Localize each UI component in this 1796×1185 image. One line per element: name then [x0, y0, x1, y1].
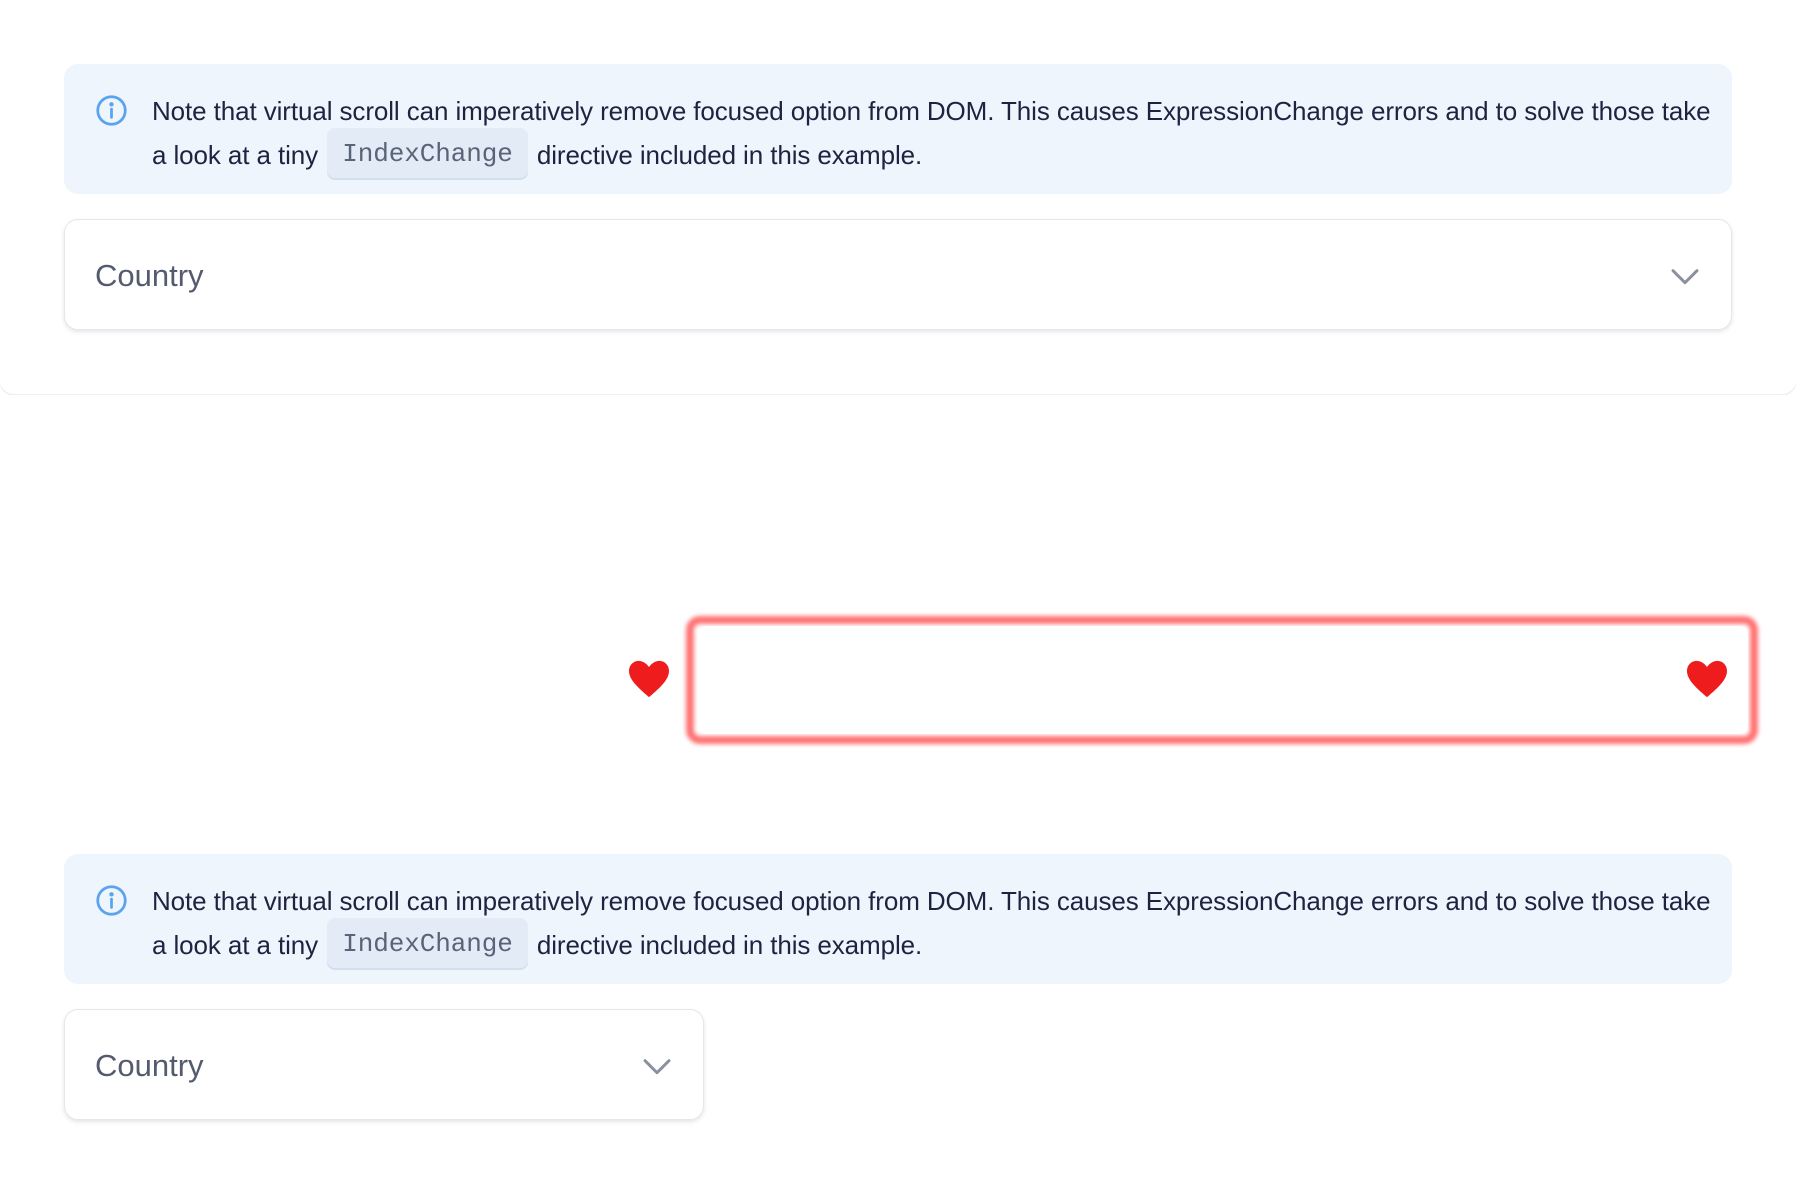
highlight-frame-inner: [698, 626, 1748, 734]
country-select[interactable]: Country: [64, 219, 1732, 330]
info-circle-icon: [96, 95, 127, 126]
notice-text-after-2: directive included in this example.: [536, 929, 923, 960]
code-chip-2: IndexChange: [327, 918, 528, 970]
info-circle-icon: [96, 885, 127, 916]
notice-banner-2: Note that virtual scroll can imperativel…: [64, 854, 1732, 984]
notice-text: Note that virtual scroll can imperativel…: [152, 91, 1712, 183]
country-select-label-2: Country: [95, 1048, 204, 1083]
chevron-down-icon[interactable]: [641, 1050, 673, 1082]
notice-text-after: directive included in this example.: [536, 139, 923, 170]
country-select-2[interactable]: Country: [64, 1009, 704, 1120]
chevron-down-icon[interactable]: [1669, 260, 1701, 292]
code-chip: IndexChange: [327, 128, 528, 180]
example-card-top: Note that virtual scroll can imperativel…: [0, 0, 1796, 394]
country-select-label: Country: [95, 258, 204, 293]
notice-banner: Note that virtual scroll can imperativel…: [64, 64, 1732, 194]
heart-icon-right: [1687, 660, 1727, 698]
notice-text-2: Note that virtual scroll can imperativel…: [152, 881, 1712, 973]
heart-icon-left: [629, 660, 669, 698]
